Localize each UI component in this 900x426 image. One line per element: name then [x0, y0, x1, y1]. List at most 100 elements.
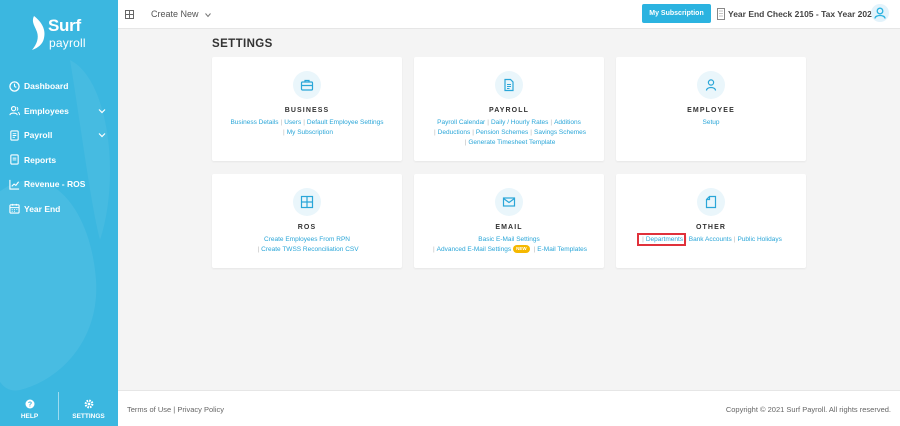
sidebar-item-employees[interactable]: Employees	[0, 99, 118, 124]
wave-logo-icon	[32, 16, 45, 50]
ros-links: Create Employees From RPN | Create TWSS R…	[218, 235, 396, 255]
sidebar-item-label: Reports	[24, 154, 57, 165]
logo-name: Surf	[48, 16, 81, 35]
email-icon-circle	[495, 188, 523, 216]
settings-label: SETTINGS	[72, 413, 105, 420]
link-separator: |	[733, 236, 736, 243]
public-holidays-link[interactable]: Public Holidays	[737, 236, 781, 243]
company-selector[interactable]: Year End Check 2105 - Tax Year 2020	[728, 9, 877, 19]
link-separator: |	[464, 139, 467, 146]
generate-timesheet-template-link[interactable]: Generate Timesheet Template	[468, 139, 555, 146]
business-links: Business Details | Users | Default Employee …	[218, 118, 396, 138]
envelope-icon	[502, 197, 516, 207]
file-icon	[705, 195, 717, 209]
settings-button[interactable]: SETTINGS	[59, 399, 118, 420]
setup-link[interactable]: Setup	[703, 119, 720, 126]
link-separator: |	[283, 129, 285, 136]
app-logo[interactable]: Surf payroll	[28, 14, 98, 54]
footer-links: Terms of Use | Privacy Policy	[127, 405, 224, 414]
help-button[interactable]: ? HELP	[0, 399, 59, 420]
sidebar: Surf payroll Dashboard Employees Payroll…	[0, 0, 118, 426]
business-details-link[interactable]: Business Details	[230, 119, 278, 126]
link-separator: |	[530, 129, 532, 136]
user-icon	[874, 7, 886, 19]
create-new-label: Create New	[151, 9, 199, 19]
other-title: OTHER	[696, 224, 726, 231]
email-title: EMAIL	[495, 224, 523, 231]
link-separator: |	[432, 246, 435, 253]
ros-icon-circle	[293, 188, 321, 216]
payroll-links: Payroll Calendar | Daily / Hourly Rates | Ad…	[420, 118, 598, 148]
employee-links: Setup	[622, 118, 800, 128]
my-subscription-link[interactable]: My Subscription	[287, 129, 333, 136]
sidebar-item-reports[interactable]: Reports	[0, 148, 118, 173]
email-templates-link[interactable]: E-Mail Templates	[537, 246, 587, 253]
page-title: SETTINGS	[212, 38, 273, 50]
document-icon	[504, 78, 514, 92]
email-card: EMAIL Basic E-Mail Settings | Advanced E-…	[414, 174, 604, 268]
other-links: | Departments | Bank Accounts | Public Holida…	[622, 233, 800, 246]
sidebar-item-dashboard[interactable]: Dashboard	[0, 74, 118, 99]
other-card: OTHER | Departments | Bank Accounts | Public …	[616, 174, 806, 268]
link-separator: |	[303, 119, 305, 126]
sidebar-item-label: Year End	[24, 203, 61, 214]
create-twss-reconciliation-csv-link[interactable]: Create TWSS Reconciliation CSV	[261, 246, 358, 253]
grid-menu-icon[interactable]	[125, 10, 134, 19]
create-employees-from-rpn-link[interactable]: Create Employees From RPN	[264, 236, 350, 243]
gear-icon	[84, 399, 93, 409]
logo-sub: payroll	[49, 36, 86, 50]
employee-icon-circle	[697, 71, 725, 99]
page-footer: Terms of Use | Privacy Policy Copyright …	[118, 390, 900, 426]
calendar-icon	[9, 204, 20, 214]
savings-schemes-link[interactable]: Savings Schemes	[534, 129, 586, 136]
help-icon: ?	[25, 399, 34, 409]
building-icon	[717, 8, 725, 20]
users-icon	[9, 106, 20, 116]
deductions-link[interactable]: Deductions	[438, 129, 471, 136]
person-icon	[705, 79, 717, 91]
link-separator: |	[685, 236, 687, 243]
business-card: BUSINESS Business Details | Users | Default …	[212, 57, 402, 161]
link-separator: |	[550, 119, 553, 126]
sidebar-item-year-end[interactable]: Year End	[0, 197, 118, 222]
link-separator: |	[280, 119, 283, 126]
terms-of-use-link[interactable]: Terms of Use	[127, 405, 171, 414]
create-new-dropdown[interactable]: Create New	[151, 9, 211, 19]
sidebar-nav: Dashboard Employees Payroll Reports Reve…	[0, 74, 118, 221]
briefcase-icon	[300, 79, 314, 91]
chevron-down-icon	[205, 12, 211, 17]
new-badge: NEW	[513, 245, 530, 254]
departments-link[interactable]: Departments	[646, 236, 683, 243]
link-separator: |	[257, 246, 260, 253]
business-icon-circle	[293, 71, 321, 99]
link-separator: |	[433, 129, 436, 136]
sidebar-item-revenue-ros[interactable]: Revenue - ROS	[0, 172, 118, 197]
copyright-text: Copyright © 2021 Surf Payroll. All right…	[725, 405, 891, 414]
pension-schemes-link[interactable]: Pension Schemes	[476, 129, 528, 136]
additions-link[interactable]: Additions	[554, 119, 581, 126]
privacy-policy-link[interactable]: Privacy Policy	[177, 405, 224, 414]
other-icon-circle	[697, 188, 725, 216]
sidebar-item-label: Dashboard	[24, 81, 69, 92]
basic-email-settings-link[interactable]: Basic E-Mail Settings	[478, 236, 539, 243]
svg-text:?: ?	[27, 402, 31, 409]
sidebar-item-payroll[interactable]: Payroll	[0, 123, 118, 148]
payroll-card: PAYROLL Payroll Calendar | Daily / Hourly …	[414, 57, 604, 161]
bank-accounts-link[interactable]: Bank Accounts	[689, 236, 732, 243]
my-subscription-button[interactable]: My Subscription	[642, 4, 711, 23]
chevron-down-icon	[98, 133, 106, 138]
user-avatar[interactable]	[871, 4, 889, 22]
users-link[interactable]: Users	[284, 119, 301, 126]
sidebar-item-label: Payroll	[24, 130, 53, 141]
link-separator: |	[487, 119, 489, 126]
sidebar-item-label: Revenue - ROS	[24, 179, 86, 190]
top-bar: Create New My Subscription Year End Chec…	[118, 0, 900, 29]
chart-line-icon	[9, 179, 20, 190]
default-employee-settings-link[interactable]: Default Employee Settings	[307, 119, 384, 126]
link-separator: |	[472, 129, 474, 136]
payroll-calendar-link[interactable]: Payroll Calendar	[437, 119, 485, 126]
daily-hourly-rates-link[interactable]: Daily / Hourly Rates	[491, 119, 548, 126]
advanced-email-settings-link[interactable]: Advanced E-Mail Settings	[437, 246, 511, 253]
payroll-title: PAYROLL	[489, 107, 529, 114]
departments-highlight: | Departments	[637, 233, 687, 246]
